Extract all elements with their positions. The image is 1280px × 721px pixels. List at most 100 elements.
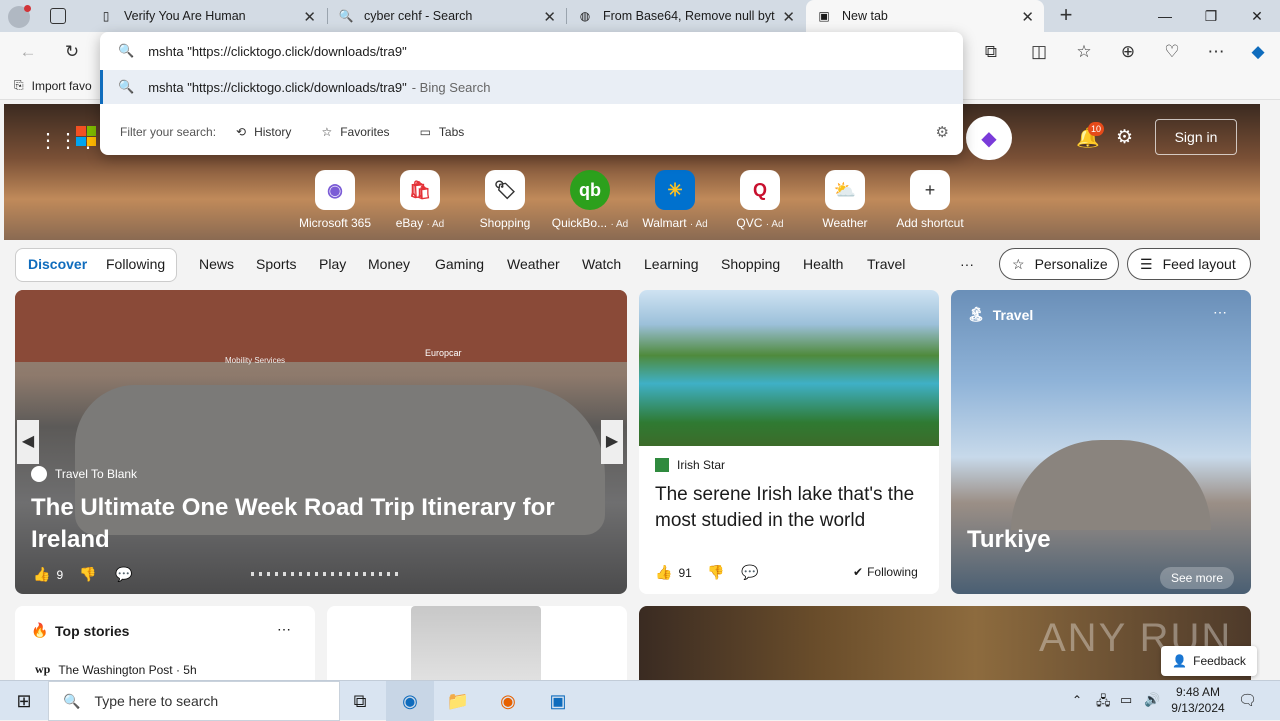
feed-layout-button[interactable]: ☰ Feed layout <box>1127 248 1251 280</box>
tab-search[interactable]: 🔍 cyber cehf - Search ✕ <box>328 0 566 32</box>
taskbar-search-box[interactable]: 🔍 Type here to search <box>48 681 340 721</box>
back-button[interactable]: ← <box>12 36 44 68</box>
shortcut-shopping[interactable]: 🏷 Shopping <box>465 170 545 230</box>
volume-icon[interactable]: 🔊 <box>1144 692 1160 708</box>
food-card[interactable]: ANY RUN <box>639 606 1251 680</box>
clock[interactable]: 9:48 AM 9/13/2024 <box>1166 684 1230 716</box>
close-icon[interactable]: ✕ <box>303 8 316 26</box>
close-icon[interactable]: ✕ <box>1021 8 1034 26</box>
close-icon[interactable]: ✕ <box>543 8 556 26</box>
suggestion-row[interactable]: 🔍 mshta "https://clicktogo.click/downloa… <box>100 70 963 104</box>
task-view-icon[interactable]: ⧉ <box>336 681 384 721</box>
like-button[interactable]: 👍 91 <box>655 564 692 581</box>
minimize-button[interactable]: — <box>1142 0 1188 32</box>
following-status[interactable]: ✔ Following <box>853 565 918 579</box>
ad-label: · Ad <box>765 219 784 230</box>
tab-cyberchef[interactable]: ◍ From Base64, Remove null bytes ✕ <box>567 0 805 32</box>
address-dropdown: 🔍 mshta "https://clicktogo.click/downloa… <box>100 32 963 155</box>
filter-tabs[interactable]: ▭ Tabs <box>420 125 465 139</box>
copilot-icon[interactable]: ◆ <box>1242 36 1274 68</box>
nav-watch[interactable]: Watch <box>582 256 621 272</box>
source-logo-icon <box>31 466 47 482</box>
tab-discover[interactable]: Discover <box>28 256 87 272</box>
travel-headline[interactable]: Turkiye <box>967 526 1051 554</box>
nav-gaming[interactable]: Gaming <box>435 256 484 272</box>
shortcut-quickbooks[interactable]: qb QuickBo... · Ad <box>550 170 630 230</box>
shortcut-add[interactable]: + Add shortcut <box>890 170 970 230</box>
printer-ad-card[interactable] <box>327 606 627 680</box>
tab-actions-icon[interactable] <box>50 8 66 24</box>
shortcut-microsoft365[interactable]: ◉ Microsoft 365 <box>295 170 375 230</box>
nav-more[interactable]: ··· <box>960 256 974 272</box>
see-more-button[interactable]: See more <box>1160 567 1234 589</box>
window-close-button[interactable]: ✕ <box>1234 0 1280 32</box>
extensions-icon[interactable]: ⧉ <box>975 36 1007 68</box>
main-headline[interactable]: The Ultimate One Week Road Trip Itinerar… <box>31 492 571 556</box>
story-source[interactable]: wp The Washington Post · 5h <box>35 662 197 677</box>
tray-chevron-icon[interactable]: ⌃ <box>1072 693 1082 707</box>
settings-icon[interactable]: ⚙ <box>936 123 949 141</box>
layout-icon: ☰ <box>1140 255 1153 272</box>
close-icon[interactable]: ✕ <box>782 8 795 26</box>
more-options-icon[interactable]: ⋯ <box>1213 304 1227 321</box>
edge-icon[interactable]: ◉ <box>386 681 434 721</box>
address-input-row[interactable]: 🔍 mshta "https://clicktogo.click/downloa… <box>100 32 963 70</box>
nav-shopping[interactable]: Shopping <box>721 256 780 272</box>
prev-arrow-button[interactable]: ◀ <box>17 420 39 464</box>
nav-travel[interactable]: Travel <box>867 256 905 272</box>
shortcut-ebay[interactable]: 🛍 eBay · Ad <box>380 170 460 230</box>
comment-icon[interactable]: 💬 <box>741 564 758 581</box>
firefox-icon[interactable]: ◉ <box>484 681 532 721</box>
irish-headline[interactable]: The serene Irish lake that's the most st… <box>655 482 925 534</box>
page-settings-icon[interactable]: ⚙ <box>1116 126 1133 149</box>
thumbs-down-icon[interactable]: 👎 <box>79 566 96 583</box>
address-input[interactable]: mshta "https://clicktogo.click/downloads… <box>148 44 407 59</box>
filter-favorites[interactable]: ☆ Favorites <box>321 125 389 139</box>
filter-history[interactable]: ⟲ History <box>236 125 291 139</box>
connection-icon[interactable]: ▭ <box>1120 692 1132 708</box>
copilot-button[interactable]: ◆ <box>966 116 1012 160</box>
sign-in-button[interactable]: Sign in <box>1155 119 1237 155</box>
import-favorites-button[interactable]: ⎘ Import favo <box>14 78 92 93</box>
nav-play[interactable]: Play <box>319 256 346 272</box>
new-tab-button[interactable]: + <box>1054 4 1078 28</box>
favorites-icon[interactable]: ☆ <box>1068 36 1100 68</box>
comment-icon[interactable]: 💬 <box>115 566 132 583</box>
shortcut-walmart[interactable]: ✳ Walmart · Ad <box>635 170 715 230</box>
more-menu-icon[interactable]: ⋯ <box>1200 36 1232 68</box>
tab-following[interactable]: Following <box>106 256 165 272</box>
main-news-card[interactable]: Mobility Services Europcar ◀ ▶ Travel To… <box>15 290 627 594</box>
nav-money[interactable]: Money <box>368 256 410 272</box>
nav-health[interactable]: Health <box>803 256 843 272</box>
next-arrow-button[interactable]: ▶ <box>601 420 623 464</box>
performance-icon[interactable]: ♡ <box>1156 36 1188 68</box>
network-icon[interactable]: 🖧 <box>1096 692 1111 714</box>
fire-icon: 🔥 <box>31 622 49 638</box>
shortcut-weather[interactable]: ⛅ Weather <box>805 170 885 230</box>
shortcut-qvc[interactable]: Q QVC · Ad <box>720 170 800 230</box>
split-screen-icon[interactable]: ◫ <box>1023 36 1055 68</box>
windows-start-icon[interactable]: ⊞ <box>0 681 48 721</box>
nav-sports[interactable]: Sports <box>256 256 296 272</box>
tab-newtab[interactable]: ▣ New tab ✕ <box>806 0 1044 32</box>
tab-verify[interactable]: ▯ Verify You Are Human ✕ <box>88 0 326 32</box>
app-window-icon[interactable]: ▣ <box>534 681 582 721</box>
travel-card[interactable]: 🏝 Travel ⋯ Turkiye See more <box>951 290 1251 594</box>
nav-weather[interactable]: Weather <box>507 256 560 272</box>
irish-news-card[interactable]: Irish Star The serene Irish lake that's … <box>639 290 939 594</box>
personalize-button[interactable]: ☆ Personalize <box>999 248 1119 280</box>
nav-learning[interactable]: Learning <box>644 256 699 272</box>
refresh-button[interactable]: ↻ <box>56 36 88 68</box>
thumbs-down-icon[interactable]: 👎 <box>707 564 724 581</box>
file-explorer-icon[interactable]: 📁 <box>434 681 482 721</box>
feedback-button[interactable]: 👤 Feedback <box>1161 646 1257 676</box>
restore-button[interactable]: ❐ <box>1188 0 1234 32</box>
tab-title: Verify You Are Human <box>124 9 246 23</box>
collections-icon[interactable]: ⊕ <box>1112 36 1144 68</box>
nav-news[interactable]: News <box>199 256 234 272</box>
notification-center-icon[interactable]: 🗨 <box>1238 691 1257 709</box>
more-options-icon[interactable]: ⋯ <box>277 621 291 638</box>
like-button[interactable]: 👍 9 <box>33 566 63 583</box>
carousel-dots[interactable] <box>251 572 401 576</box>
building-image <box>15 290 627 362</box>
